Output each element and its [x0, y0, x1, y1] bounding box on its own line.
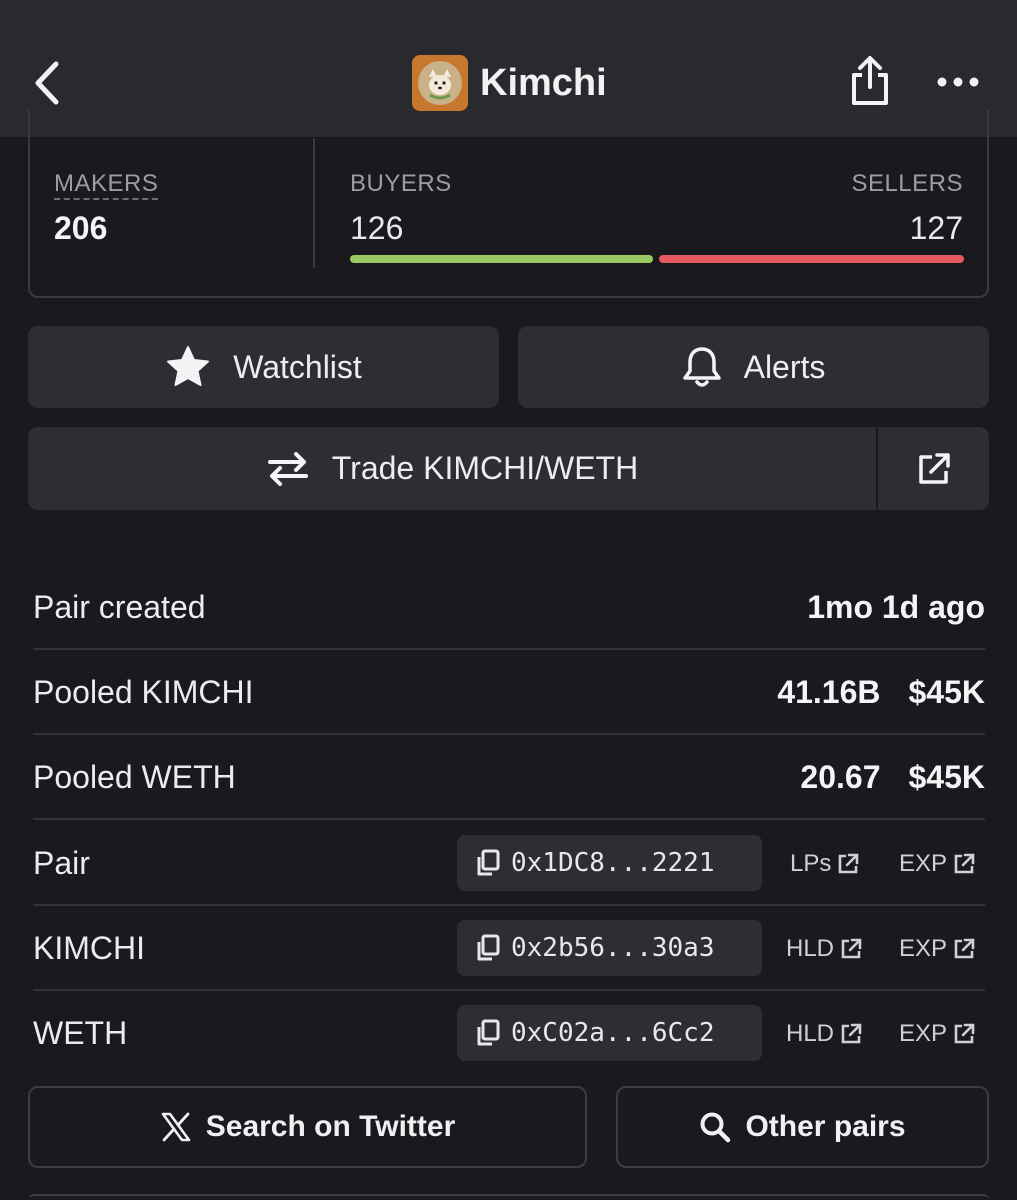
pooled-kimchi-usd: $45K: [908, 674, 986, 710]
copy-address-button[interactable]: 0x1DC8...2221: [457, 835, 762, 891]
lps-link-label: LPs: [790, 850, 832, 877]
swap-icon: [266, 451, 310, 486]
back-icon[interactable]: [30, 60, 66, 106]
copy-icon: [475, 849, 501, 877]
holders-link[interactable]: HLD: [786, 991, 862, 1076]
search-twitter-label: Search on Twitter: [205, 1110, 456, 1143]
address-label: Pair: [33, 845, 90, 881]
star-icon: [165, 345, 211, 389]
sellers-label: SELLERS: [851, 170, 963, 197]
page-title: Kimchi: [480, 61, 607, 104]
pooled-kimchi-row: Pooled KIMCHI 41.16B $45K: [33, 650, 985, 735]
pair-created-value: 1mo 1d ago: [807, 589, 985, 625]
external-link-icon: [839, 853, 859, 873]
watchlist-button[interactable]: Watchlist: [28, 326, 499, 408]
pooled-kimchi-amount: 41.16B: [777, 674, 881, 710]
token-logo: [412, 55, 468, 111]
external-link-icon: [954, 853, 975, 873]
explorer-link-label: EXP: [899, 850, 948, 877]
other-pairs-button[interactable]: Other pairs: [616, 1086, 989, 1168]
lps-link[interactable]: LPs: [790, 821, 859, 906]
address-label: KIMCHI: [33, 930, 145, 966]
bell-icon: [682, 345, 722, 389]
buyers-value: 126: [350, 210, 404, 246]
alerts-label: Alerts: [743, 348, 826, 385]
holders-link-label: HLD: [786, 1020, 835, 1047]
pooled-weth-values: 20.67 $45K: [800, 735, 985, 820]
sellers-value: 127: [909, 210, 963, 246]
address-row-weth: WETH 0xC02a...6Cc2 HLD EXP: [33, 991, 985, 1076]
external-link-icon: [954, 1023, 975, 1043]
makers-label: MAKERS: [54, 170, 159, 200]
external-link-icon: [916, 451, 952, 487]
explorer-link-label: EXP: [899, 935, 948, 962]
pooled-weth-label: Pooled WETH: [33, 759, 236, 795]
watchlist-label: Watchlist: [233, 348, 362, 385]
makers-value: 206: [54, 210, 108, 246]
pooled-weth-row: Pooled WETH 20.67 $45K: [33, 735, 985, 820]
share-icon[interactable]: [848, 55, 892, 107]
sellers-bar: [659, 255, 964, 263]
x-logo-icon: [160, 1112, 192, 1142]
pooled-kimchi-label: Pooled KIMCHI: [33, 674, 254, 710]
external-link-icon: [841, 938, 862, 958]
search-icon: [699, 1111, 731, 1143]
trade-button[interactable]: Trade KIMCHI/WETH: [28, 427, 876, 510]
explorer-link[interactable]: EXP: [899, 821, 975, 906]
makers-stats-card: MAKERS 206 BUYERS SELLERS 126 127: [28, 110, 989, 298]
alerts-button[interactable]: Alerts: [518, 326, 989, 408]
other-pairs-label: Other pairs: [745, 1110, 906, 1143]
address-row-kimchi: KIMCHI 0x2b56...30a3 HLD EXP: [33, 906, 985, 991]
explorer-link[interactable]: EXP: [899, 991, 975, 1076]
explorer-link-label: EXP: [899, 1020, 948, 1047]
buyers-label: BUYERS: [350, 170, 452, 197]
trade-external-button[interactable]: [876, 427, 989, 510]
next-card-edge: [28, 1194, 989, 1200]
stats-divider: [313, 138, 315, 268]
pair-created-row: Pair created 1mo 1d ago: [33, 565, 985, 650]
trade-label: Trade KIMCHI/WETH: [331, 450, 639, 486]
more-icon[interactable]: [936, 70, 980, 94]
holders-link[interactable]: HLD: [786, 906, 862, 991]
external-link-icon: [841, 1023, 862, 1043]
search-twitter-button[interactable]: Search on Twitter: [28, 1086, 587, 1168]
address-row-pair: Pair 0x1DC8...2221 LPs EXP: [33, 821, 985, 906]
pair-created-label: Pair created: [33, 589, 206, 625]
copy-icon: [475, 934, 501, 962]
address-text: 0x1DC8...2221: [511, 848, 715, 878]
address-text: 0x2b56...30a3: [511, 933, 715, 963]
external-link-icon: [954, 938, 975, 958]
address-text: 0xC02a...6Cc2: [511, 1018, 715, 1048]
buyers-bar: [350, 255, 653, 263]
header-title-group: Kimchi: [412, 54, 607, 112]
copy-address-button[interactable]: 0x2b56...30a3: [457, 920, 762, 976]
copy-icon: [475, 1019, 501, 1047]
pooled-weth-usd: $45K: [908, 759, 986, 795]
holders-link-label: HLD: [786, 935, 835, 962]
pooled-kimchi-values: 41.16B $45K: [777, 650, 985, 735]
explorer-link[interactable]: EXP: [899, 906, 975, 991]
address-label: WETH: [33, 1015, 128, 1051]
copy-address-button[interactable]: 0xC02a...6Cc2: [457, 1005, 762, 1061]
pooled-weth-amount: 20.67: [800, 759, 881, 795]
